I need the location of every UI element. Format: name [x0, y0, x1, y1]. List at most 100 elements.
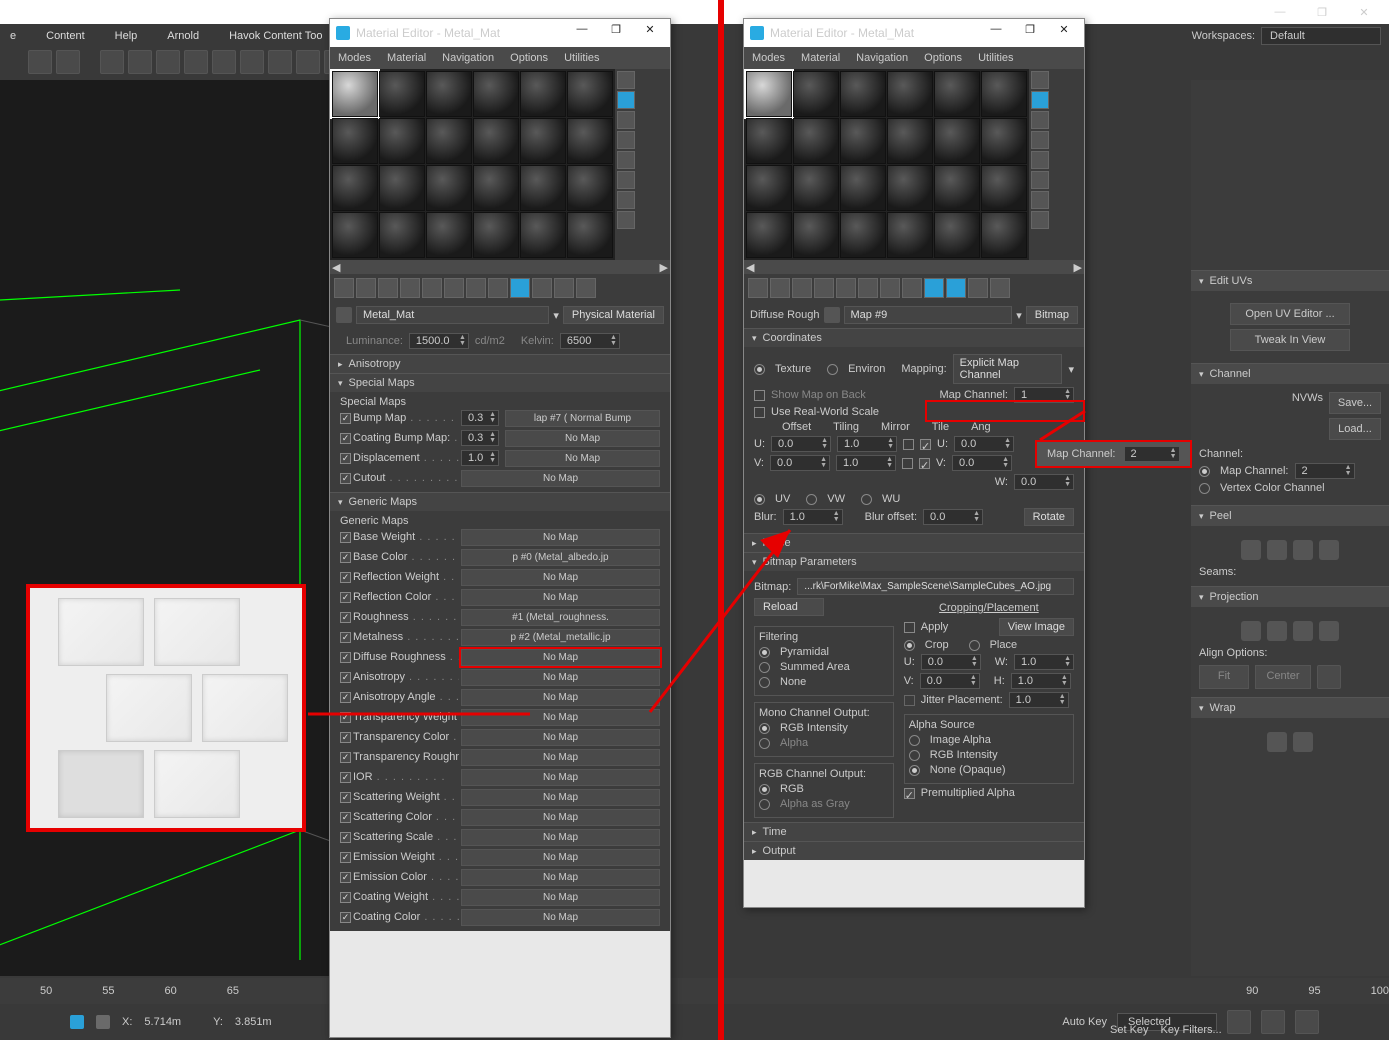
- material-slot[interactable]: [520, 165, 566, 211]
- view-image-button[interactable]: View Image: [999, 618, 1074, 636]
- material-slot[interactable]: [332, 118, 378, 164]
- crop-radio[interactable]: [904, 640, 915, 651]
- map-enable-checkbox[interactable]: [340, 473, 351, 484]
- vertex-color-radio[interactable]: [1199, 483, 1210, 494]
- map-slot-button[interactable]: #1 (Metal_roughness.: [461, 609, 660, 626]
- toolbar-icon[interactable]: [814, 278, 834, 298]
- toolbar-button[interactable]: [240, 50, 264, 74]
- bitmap-path-button[interactable]: ...rk\ForMike\Max_SampleScene\SampleCube…: [797, 578, 1074, 595]
- luminance-spinner[interactable]: 1500.0▲▼: [409, 333, 469, 349]
- rollout-special-maps[interactable]: Special Maps: [330, 373, 670, 392]
- v-angle-spinner[interactable]: 0.0▲▼: [952, 455, 1012, 471]
- video-icon[interactable]: [1031, 151, 1049, 169]
- map-enable-checkbox[interactable]: [340, 453, 351, 464]
- material-type-button[interactable]: Physical Material: [563, 306, 664, 324]
- material-slot[interactable]: [746, 71, 792, 117]
- setkey-button[interactable]: Set Key: [1110, 1024, 1149, 1036]
- v-tiling-spinner[interactable]: 1.0▲▼: [836, 455, 896, 471]
- map-enable-checkbox[interactable]: [340, 872, 351, 883]
- menu-utilities[interactable]: Utilities: [564, 52, 599, 64]
- material-slot[interactable]: [793, 165, 839, 211]
- maximize-icon[interactable]: ❐: [1307, 6, 1337, 19]
- alpha-radio[interactable]: [759, 738, 770, 749]
- coord-icon[interactable]: [96, 1015, 110, 1029]
- toolbar-icon[interactable]: [748, 278, 768, 298]
- material-slot[interactable]: [793, 118, 839, 164]
- map-enable-checkbox[interactable]: [340, 413, 351, 424]
- map-slot-button[interactable]: p #2 (Metal_metallic.jp: [461, 629, 660, 646]
- material-slot[interactable]: [793, 71, 839, 117]
- close-icon[interactable]: ✕: [1349, 6, 1379, 19]
- material-slot[interactable]: [887, 212, 933, 258]
- rgb-intensity-radio[interactable]: [759, 723, 770, 734]
- map-enable-checkbox[interactable]: [340, 532, 351, 543]
- menu-modes[interactable]: Modes: [752, 52, 785, 64]
- toolbar-icon[interactable]: [836, 278, 856, 298]
- map-type-button[interactable]: Bitmap: [1026, 306, 1078, 324]
- rollout-bitmap-parameters[interactable]: Bitmap Parameters: [744, 552, 1084, 571]
- menu-material[interactable]: Material: [801, 52, 840, 64]
- material-slot[interactable]: [567, 212, 613, 258]
- map-enable-checkbox[interactable]: [340, 552, 351, 563]
- map-slot-button[interactable]: No Map: [461, 669, 660, 686]
- material-slot[interactable]: [934, 71, 980, 117]
- uv-radio[interactable]: [754, 494, 765, 505]
- backlight-icon[interactable]: [1031, 91, 1049, 109]
- material-slot[interactable]: [567, 118, 613, 164]
- material-name-field[interactable]: Metal_Mat: [356, 306, 549, 324]
- material-slot[interactable]: [746, 118, 792, 164]
- peel-icon[interactable]: [1267, 540, 1287, 560]
- menu-item-help[interactable]: Help: [115, 30, 138, 42]
- toolbar-button[interactable]: [128, 50, 152, 74]
- map-slot-button[interactable]: No Map: [461, 909, 660, 926]
- crop-u-spinner[interactable]: 0.0▲▼: [921, 654, 981, 670]
- rollout-wrap[interactable]: Wrap: [1191, 697, 1389, 718]
- map-enable-checkbox[interactable]: [340, 792, 351, 803]
- rollout-time[interactable]: Time: [744, 822, 1084, 841]
- material-slot[interactable]: [567, 71, 613, 117]
- close-icon[interactable]: ✕: [636, 23, 664, 43]
- chevron-down-icon[interactable]: ▾: [1068, 363, 1074, 376]
- menu-item[interactable]: e: [10, 30, 16, 42]
- show-in-viewport-icon[interactable]: [510, 278, 530, 298]
- uv-tile-icon[interactable]: [617, 131, 635, 149]
- map-slot-button[interactable]: No Map: [461, 829, 660, 846]
- rgb-radio[interactable]: [759, 784, 770, 795]
- menu-options[interactable]: Options: [924, 52, 962, 64]
- bg-icon[interactable]: [1031, 111, 1049, 129]
- projection-icon[interactable]: [1267, 621, 1287, 641]
- material-editor-menu[interactable]: Modes Material Navigation Options Utilit…: [744, 47, 1084, 69]
- projection-icon[interactable]: [1319, 621, 1339, 641]
- material-slot[interactable]: [981, 118, 1027, 164]
- map-slot-button[interactable]: No Map: [461, 529, 660, 546]
- show-on-back-checkbox[interactable]: [754, 390, 765, 401]
- material-slot[interactable]: [793, 212, 839, 258]
- map-slot-button[interactable]: No Map: [461, 809, 660, 826]
- material-slot[interactable]: [840, 71, 886, 117]
- material-slot[interactable]: [426, 212, 472, 258]
- map-slot-button[interactable]: p #0 (Metal_albedo.jp: [461, 549, 660, 566]
- map-slot-button[interactable]: lap #7 ( Normal Bump: [505, 410, 660, 427]
- main-menu[interactable]: e Content Help Arnold Havok Content Too: [0, 24, 1389, 48]
- go-parent-icon[interactable]: [968, 278, 988, 298]
- options-icon[interactable]: [1031, 171, 1049, 189]
- menu-material[interactable]: Material: [387, 52, 426, 64]
- align-icon[interactable]: [1317, 665, 1341, 689]
- apply-checkbox[interactable]: [904, 622, 915, 633]
- map-enable-checkbox[interactable]: [340, 892, 351, 903]
- material-editor-menu[interactable]: Modes Material Navigation Options Utilit…: [330, 47, 670, 69]
- material-slot[interactable]: [746, 165, 792, 211]
- map-slot-button[interactable]: No Map: [461, 470, 660, 487]
- menu-modes[interactable]: Modes: [338, 52, 371, 64]
- transport-button[interactable]: [1295, 1010, 1319, 1034]
- map-enable-checkbox[interactable]: [340, 912, 351, 923]
- material-slot[interactable]: [981, 165, 1027, 211]
- material-slot[interactable]: [840, 212, 886, 258]
- material-slot[interactable]: [934, 118, 980, 164]
- map-amount-spinner[interactable]: 1.0▲▼: [461, 450, 499, 466]
- magnify-icon[interactable]: [1031, 211, 1049, 229]
- summed-area-radio[interactable]: [759, 662, 770, 673]
- sample-type-icon[interactable]: [1031, 71, 1049, 89]
- save-button[interactable]: Save...: [1329, 392, 1381, 414]
- rollout-peel[interactable]: Peel: [1191, 505, 1389, 526]
